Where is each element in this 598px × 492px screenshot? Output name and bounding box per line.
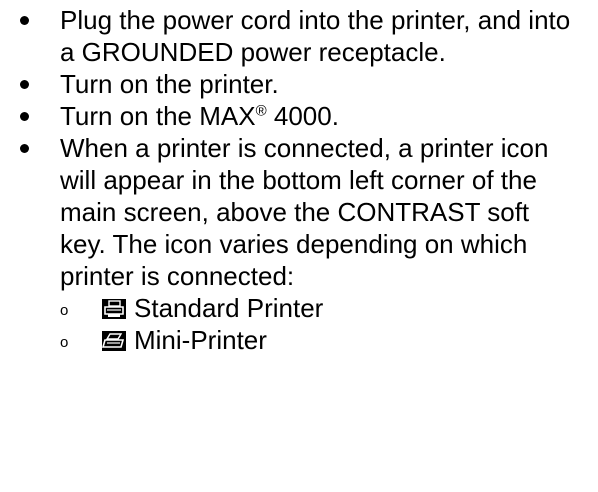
list-item-turn-on-max: Turn on the MAX® 4000. <box>0 100 580 132</box>
sub-bullet-marker: o <box>60 334 69 351</box>
list-item-text: When a printer is connected, a printer i… <box>60 133 549 291</box>
registered-mark: ® <box>255 102 267 120</box>
printer-type-list: o Standard Printer o Mini-Printer <box>60 292 580 356</box>
bullet-icon <box>20 112 29 121</box>
list-item-text: Turn on the printer. <box>60 69 279 99</box>
list-item-turn-on-printer: Turn on the printer. <box>0 68 580 100</box>
document-page: Plug the power cord into the printer, an… <box>0 0 598 492</box>
mini-printer-icon <box>102 331 126 351</box>
sub-item-mini-printer: o Mini-Printer <box>60 324 580 356</box>
sub-item-label: Standard Printer <box>134 293 324 323</box>
sub-item-standard-printer: o Standard Printer <box>60 292 580 324</box>
list-item-text-suffix: 4000. <box>266 101 339 131</box>
bullet-icon <box>20 144 29 153</box>
standard-printer-icon <box>102 299 126 319</box>
list-item-plug-power: Plug the power cord into the printer, an… <box>0 4 580 68</box>
list-item-text-prefix: Turn on the MAX <box>60 101 256 131</box>
bullet-icon <box>20 16 29 25</box>
instruction-list: Plug the power cord into the printer, an… <box>0 4 598 356</box>
bullet-icon <box>20 80 29 89</box>
sub-item-label: Mini-Printer <box>134 325 267 355</box>
list-item-printer-icon-info: When a printer is connected, a printer i… <box>0 132 580 356</box>
list-item-text: Plug the power cord into the printer, an… <box>60 5 571 67</box>
